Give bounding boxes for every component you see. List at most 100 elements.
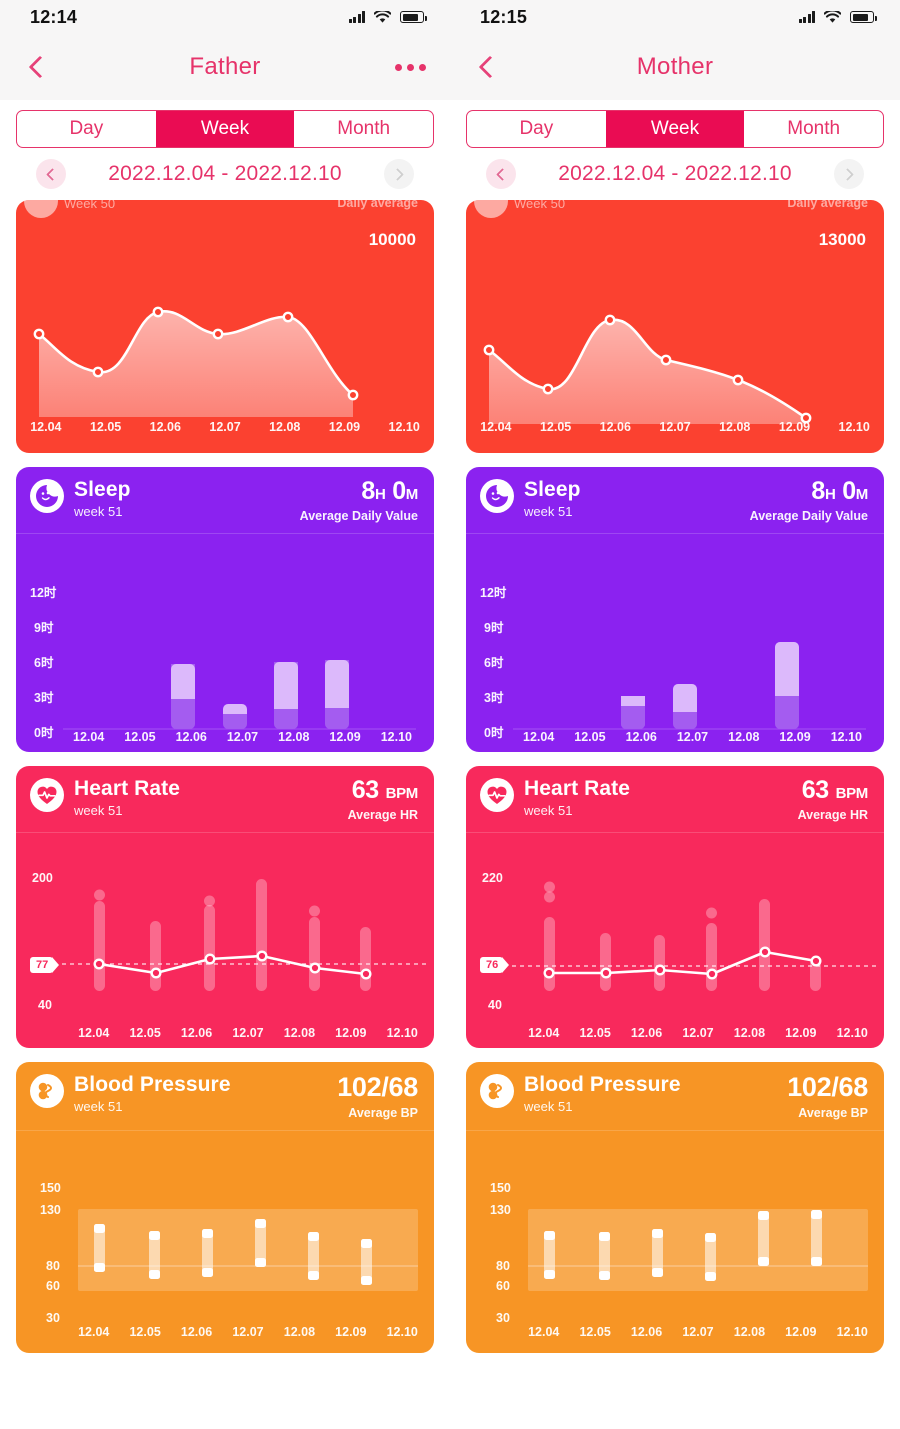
sleep-value-caption: Average Daily Value	[749, 509, 868, 523]
steps-card-header-clipped: Week 50 Daily average	[466, 200, 884, 222]
sleep-card-header: Sleep week 51 8H 0M Average Daily Value	[16, 467, 434, 533]
x-tick: 12.08	[283, 1026, 316, 1040]
sleep-minutes-unit: M	[405, 486, 419, 503]
battery-icon	[400, 11, 427, 23]
status-indicators	[798, 10, 877, 24]
chevron-left-icon[interactable]	[486, 159, 516, 189]
heart-week-label: week 51	[524, 803, 573, 819]
x-tick: 12.09	[328, 420, 361, 434]
bp-week-label: week 51	[524, 1099, 573, 1115]
bp-summary: 102/68 Average BP	[787, 1074, 868, 1121]
date-range-label: 2022.12.04 - 2022.12.10	[108, 162, 342, 185]
x-tick: 12.05	[579, 1026, 611, 1040]
heart-value-caption: Average HR	[347, 808, 418, 822]
bp-x-axis: 12.04 12.05 12.06 12.07 12.08 12.09 12.1…	[68, 1325, 428, 1339]
x-tick: 12.06	[630, 1026, 663, 1040]
card-heart-rate[interactable]: Heart Rate week 51 63 BPM Average HR 220…	[466, 766, 884, 1048]
heart-summary: 63 BPM Average HR	[797, 776, 869, 823]
x-tick: 12.09	[785, 1325, 817, 1339]
page-title: Father	[189, 53, 261, 80]
x-tick: 12.08	[733, 1026, 766, 1040]
tab-month[interactable]: Month	[744, 111, 883, 147]
sleep-value-caption: Average Daily Value	[299, 509, 418, 523]
heart-card-header: Heart Rate week 51 63 BPM Average HR	[466, 766, 884, 832]
heart-pulse-icon	[480, 778, 514, 812]
bp-card-header: Blood Pressure week 51 102/68 Average BP	[466, 1062, 884, 1130]
bp-titles: Blood Pressure week 51	[74, 1073, 231, 1114]
moon-sleep-icon	[480, 479, 514, 513]
x-tick: 12.08	[733, 1325, 766, 1339]
sleep-title: Sleep	[74, 478, 131, 501]
sleep-hours: 8	[811, 477, 825, 505]
tab-week[interactable]: Week	[155, 111, 295, 147]
x-tick: 12.06	[625, 730, 657, 744]
x-tick: 12.05	[124, 730, 156, 744]
card-steps[interactable]: Week 50 Daily average 13000 12.04 12.05 …	[466, 200, 884, 453]
x-tick: 12.06	[180, 1026, 213, 1040]
card-steps[interactable]: Week 50 Daily average 10000 12.04 12.05 …	[16, 200, 434, 453]
nav-bar: Mother	[450, 34, 900, 100]
tab-day[interactable]: Day	[17, 111, 156, 147]
steps-card-header-clipped: Week 50 Daily average	[16, 200, 434, 222]
chevron-right-icon[interactable]	[834, 159, 864, 189]
more-options-icon[interactable]	[395, 63, 426, 71]
heart-x-axis: 12.04 12.05 12.06 12.07 12.08 12.09 12.1…	[518, 1026, 878, 1040]
heart-value: 63 BPM	[798, 776, 869, 804]
heart-value-caption: Average HR	[797, 808, 868, 822]
x-tick: 12.09	[335, 1325, 367, 1339]
steps-icon	[24, 200, 58, 218]
card-blood-pressure[interactable]: Blood Pressure week 51 102/68 Average BP…	[16, 1062, 434, 1353]
steps-chart: 12.04 12.05 12.06 12.07 12.08 12.09 12.1…	[466, 222, 884, 442]
sleep-x-axis: 12.04 12.05 12.06 12.07 12.08 12.09 12.1…	[63, 730, 422, 744]
sleep-hours-unit: H	[374, 486, 386, 503]
chevron-right-icon[interactable]	[384, 159, 414, 189]
signal-icon	[348, 11, 365, 23]
card-heart-rate[interactable]: Heart Rate week 51 63 BPM Average HR 200…	[16, 766, 434, 1048]
x-tick: 12.10	[836, 1325, 868, 1339]
x-tick: 12.07	[676, 730, 709, 744]
chevron-left-icon[interactable]	[36, 159, 66, 189]
sleep-card-header: Sleep week 51 8H 0M Average Daily Value	[466, 467, 884, 533]
x-tick: 12.04	[480, 420, 512, 434]
bp-value-caption: Average BP	[348, 1106, 418, 1120]
card-sleep[interactable]: Sleep week 51 8H 0M Average Daily Value …	[16, 467, 434, 752]
x-tick: 12.10	[830, 730, 862, 744]
wifi-icon	[824, 10, 841, 24]
x-tick: 12.07	[226, 730, 259, 744]
steps-week-label: Week 50	[64, 200, 116, 211]
wifi-icon	[374, 10, 391, 24]
sleep-chart: 12时 9时 6时 3时 0时 12.04 12.05 12.06 12.07 …	[466, 534, 884, 752]
period-segmented-control[interactable]: Day Week Month	[16, 110, 434, 148]
x-tick: 12.08	[719, 420, 751, 434]
tab-week[interactable]: Week	[605, 111, 745, 147]
sleep-week-label: week 51	[524, 504, 573, 520]
date-range-nav: 2022.12.04 - 2022.12.10	[450, 148, 900, 200]
sleep-value: 8H 0M	[750, 479, 868, 504]
heart-unit: BPM	[835, 785, 869, 802]
x-tick: 12.08	[269, 420, 301, 434]
phone-screen-mother: 12:15 Mother Day Week Month 2022.12.04 -…	[450, 0, 900, 1429]
bp-titles: Blood Pressure week 51	[524, 1073, 681, 1115]
bp-card-header: Blood Pressure week 51 102/68 Average BP	[16, 1062, 434, 1130]
x-tick: 12.04	[73, 730, 105, 744]
x-tick: 12.09	[335, 1026, 367, 1040]
sleep-titles: Sleep week 51	[74, 478, 131, 519]
tab-month[interactable]: Month	[294, 111, 433, 147]
tab-day[interactable]: Day	[467, 111, 606, 147]
x-tick: 12.10	[836, 1026, 868, 1040]
metric-cards-list: Week 50 Daily average 13000 12.04 12.05 …	[450, 200, 900, 1353]
x-tick: 12.06	[599, 420, 631, 434]
card-blood-pressure[interactable]: Blood Pressure week 51 102/68 Average BP…	[466, 1062, 884, 1353]
heart-bpm: 63	[801, 776, 830, 804]
heart-pulse-icon	[30, 778, 64, 812]
heart-unit: BPM	[385, 785, 419, 802]
x-tick: 12.09	[785, 1026, 817, 1040]
x-tick: 12.04	[528, 1026, 560, 1040]
x-tick: 12.09	[779, 730, 811, 744]
x-tick: 12.05	[574, 730, 606, 744]
sleep-x-axis: 12.04 12.05 12.06 12.07 12.08 12.09 12.1…	[513, 730, 872, 744]
metric-cards-list: Week 50 Daily average 10000 12.04 12.05 …	[0, 200, 450, 1353]
card-sleep[interactable]: Sleep week 51 8H 0M Average Daily Value …	[466, 467, 884, 752]
period-segmented-control[interactable]: Day Week Month	[466, 110, 884, 148]
x-tick: 12.08	[728, 730, 760, 744]
